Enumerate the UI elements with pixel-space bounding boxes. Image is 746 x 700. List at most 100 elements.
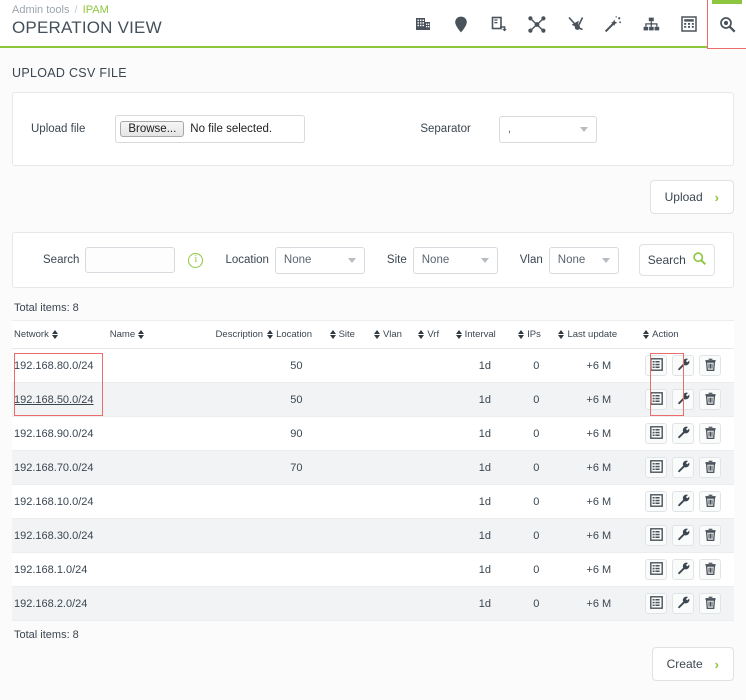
wrench-settings-icon [677, 494, 690, 510]
column-header-description[interactable]: Description [178, 321, 266, 349]
wrench-settings-button[interactable] [672, 593, 695, 614]
trash-delete-button[interactable] [699, 389, 722, 410]
toolbar-tab-buildings[interactable] [404, 0, 442, 48]
cell-interval: 1d [453, 348, 517, 383]
cell-description [178, 552, 266, 587]
column-header-network[interactable]: Network [12, 321, 108, 349]
trash-delete-button[interactable] [699, 457, 722, 478]
sort-toggle-icon[interactable] [373, 330, 380, 339]
cell-actions [641, 586, 734, 621]
toolbar-tab-aggregate[interactable] [556, 0, 594, 48]
location-select[interactable]: None [274, 246, 365, 274]
sort-toggle-icon[interactable] [329, 330, 336, 339]
cell-actions [641, 382, 734, 417]
network-link[interactable]: 192.168.10.0/24 [14, 496, 94, 508]
search-input[interactable] [85, 247, 176, 273]
total-items-bottom: Total items: 8 [14, 629, 79, 641]
view-details-button[interactable] [645, 491, 668, 512]
site-select[interactable]: None [412, 246, 498, 274]
cell-name [107, 518, 179, 553]
sort-toggle-icon[interactable] [558, 330, 565, 339]
wrench-settings-button[interactable] [672, 457, 695, 478]
network-link[interactable]: 192.168.2.0/24 [14, 598, 87, 610]
column-header-vrf[interactable]: Vrf [416, 321, 454, 349]
trash-delete-button[interactable] [699, 491, 722, 512]
view-details-button[interactable] [645, 423, 668, 444]
toolbar-tab-devices[interactable] [480, 0, 518, 48]
cell-vrf [416, 450, 454, 485]
wrench-settings-icon [677, 358, 690, 374]
view-details-button[interactable] [645, 559, 668, 580]
cell-name [107, 348, 179, 383]
breadcrumb-root[interactable]: Admin tools [12, 4, 69, 16]
column-header-site[interactable]: Site [327, 321, 372, 349]
trash-delete-button[interactable] [699, 525, 722, 546]
file-input-wrapper[interactable]: Browse... No file selected. [115, 115, 306, 143]
network-link[interactable]: 192.168.50.0/24 [14, 394, 94, 406]
column-header-vlan[interactable]: Vlan [371, 321, 417, 349]
toolbar-tab-hierarchy[interactable] [632, 0, 670, 48]
cell-last-update: +6 M [556, 518, 642, 553]
cell-description [178, 484, 266, 519]
wrench-settings-button[interactable] [672, 559, 695, 580]
sort-toggle-icon[interactable] [455, 330, 462, 339]
toolbar-tab-wizard[interactable] [594, 0, 632, 48]
trash-delete-button[interactable] [699, 423, 722, 444]
network-link[interactable]: 192.168.80.0/24 [14, 360, 94, 372]
column-header-interval[interactable]: Interval [453, 321, 517, 349]
sort-toggle-icon[interactable] [418, 330, 425, 339]
sort-toggle-icon[interactable] [267, 330, 274, 339]
cell-interval: 1d [453, 586, 517, 621]
cell-site [327, 348, 372, 383]
network-link[interactable]: 192.168.70.0/24 [14, 462, 94, 474]
column-header-name[interactable]: Name [107, 321, 179, 349]
view-details-button[interactable] [645, 355, 668, 376]
cell-last-update: +6 M [556, 586, 642, 621]
network-link[interactable]: 192.168.30.0/24 [14, 530, 94, 542]
view-details-button[interactable] [645, 389, 668, 410]
wrench-settings-icon [677, 596, 690, 612]
column-header-ips[interactable]: IPs [516, 321, 557, 349]
info-icon[interactable]: i [188, 252, 204, 268]
vlan-select[interactable]: None [548, 246, 619, 274]
wrench-settings-button[interactable] [672, 491, 695, 512]
aggregate-arrow-icon [566, 16, 584, 33]
trash-delete-button[interactable] [699, 593, 722, 614]
view-details-button[interactable] [645, 457, 668, 478]
wrench-settings-button[interactable] [672, 423, 695, 444]
search-icon [693, 252, 706, 268]
column-header-last-update[interactable]: Last update [556, 321, 642, 349]
sort-toggle-icon[interactable] [518, 330, 525, 339]
view-details-button[interactable] [645, 593, 668, 614]
column-header-location[interactable]: Location [265, 321, 328, 349]
search-button[interactable]: Search [638, 244, 715, 276]
toolbar-tab-locations[interactable] [442, 0, 480, 48]
create-button[interactable]: Create › [651, 647, 734, 681]
cell-vlan [371, 484, 417, 519]
toolbar-tab-calculator[interactable] [670, 0, 708, 48]
network-link[interactable]: 192.168.90.0/24 [14, 428, 94, 440]
network-link[interactable]: 192.168.1.0/24 [14, 564, 87, 576]
toolbar-tab-network-map[interactable] [518, 0, 556, 48]
sort-toggle-icon[interactable] [51, 330, 58, 339]
breadcrumb-current[interactable]: IPAM [83, 4, 109, 16]
wrench-settings-button[interactable] [672, 525, 695, 546]
trash-delete-button[interactable] [699, 559, 722, 580]
cell-ips: 0 [516, 552, 557, 587]
cell-actions [641, 484, 734, 519]
trash-delete-icon [704, 528, 717, 544]
total-items-top: Total items: 8 [14, 302, 79, 314]
toolbar-tab-operation-view[interactable] [707, 0, 746, 49]
network-nodes-icon [528, 15, 546, 33]
trash-delete-button[interactable] [699, 355, 722, 376]
wrench-settings-button[interactable] [672, 389, 695, 410]
map-pin-icon [454, 16, 468, 33]
sort-toggle-icon[interactable] [138, 330, 145, 339]
view-details-button[interactable] [645, 525, 668, 546]
sort-toggle-icon[interactable] [643, 330, 650, 339]
separator-select[interactable]: , [498, 115, 597, 143]
upload-button[interactable]: Upload › [649, 180, 734, 214]
wrench-settings-button[interactable] [672, 355, 695, 376]
cell-description [178, 416, 266, 451]
browse-button[interactable]: Browse... [120, 121, 185, 137]
